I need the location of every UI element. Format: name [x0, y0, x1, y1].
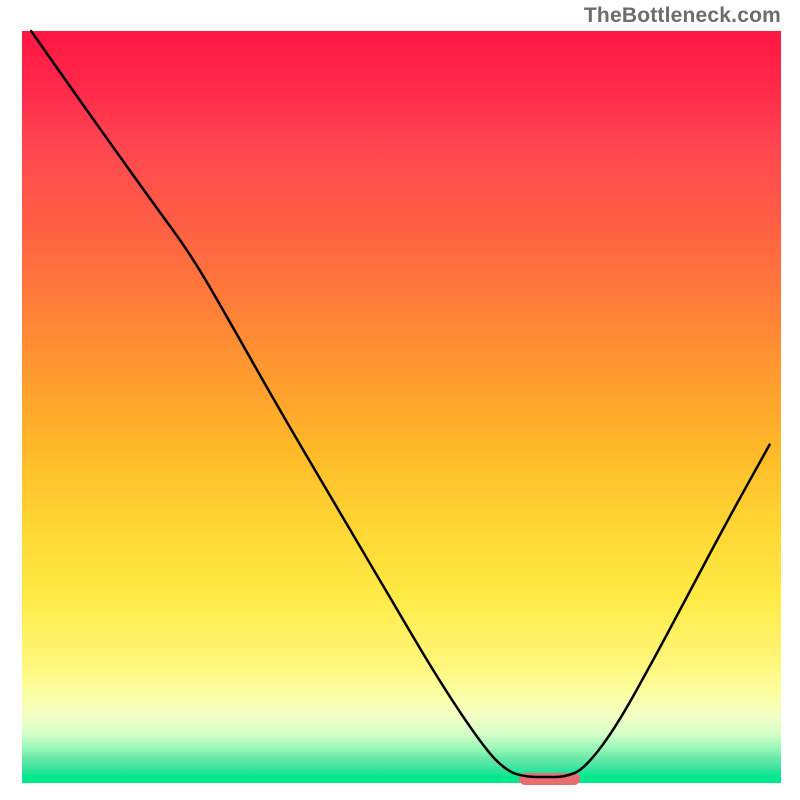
gradient-background — [22, 31, 781, 783]
watermark-text: TheBottleneck.com — [584, 4, 781, 28]
bottleneck-marker — [519, 773, 580, 785]
bottleneck-chart: TheBottleneck.com — [0, 0, 800, 800]
